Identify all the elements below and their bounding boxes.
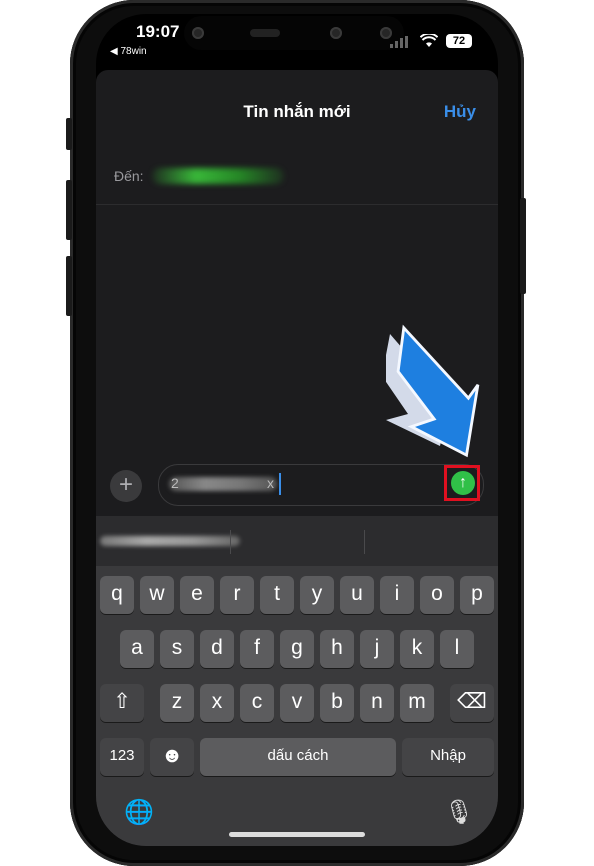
space-key[interactable]: dấu cách: [200, 738, 396, 776]
key-d[interactable]: d: [200, 630, 234, 668]
dynamic-island: [184, 16, 404, 50]
return-key[interactable]: Nhập: [402, 738, 494, 776]
side-button-right: [520, 198, 526, 294]
home-indicator[interactable]: [229, 832, 365, 837]
back-to-app-link[interactable]: ◀ 78win: [110, 46, 147, 57]
camera-dot: [192, 27, 204, 39]
message-text-start: 2: [171, 475, 179, 491]
suggestion-redacted[interactable]: [100, 536, 240, 546]
to-label: Đến:: [114, 168, 144, 184]
key-i[interactable]: i: [380, 576, 414, 614]
shift-key[interactable]: ⇧: [100, 684, 144, 722]
sensor-pill: [250, 29, 280, 37]
cellular-signal-icon: [390, 36, 408, 48]
key-k[interactable]: k: [400, 630, 434, 668]
page-title: Tin nhắn mới: [243, 102, 351, 121]
screen: 19:07 ◀ 78win 72 Tin nhắn mới Hủy Đến: +…: [96, 14, 498, 846]
globe-icon[interactable]: 🌐: [124, 798, 154, 827]
key-e[interactable]: e: [180, 576, 214, 614]
key-b[interactable]: b: [320, 684, 354, 722]
delete-key[interactable]: ⌫: [450, 684, 494, 722]
key-y[interactable]: y: [300, 576, 334, 614]
cancel-button[interactable]: Hủy: [444, 102, 476, 122]
key-z[interactable]: z: [160, 684, 194, 722]
message-text-redacted: [169, 477, 277, 491]
message-text-end: x: [267, 475, 274, 491]
status-bar: 19:07 ◀ 78win 72: [96, 14, 498, 74]
suggestion-bar: [96, 516, 498, 566]
key-t[interactable]: t: [260, 576, 294, 614]
keyboard: q w e r t y u i o p a s d f g h j k l ⇧ z x c v b n m ⌫ 123 ☻ dấu cách…: [96, 516, 498, 846]
key-v[interactable]: v: [280, 684, 314, 722]
side-button-left-2: [66, 180, 72, 240]
key-j[interactable]: j: [360, 630, 394, 668]
annotation-arrow-icon: [386, 324, 480, 458]
send-button[interactable]: ↑: [451, 471, 475, 495]
side-button-left-3: [66, 256, 72, 316]
sheet-header: Tin nhắn mới Hủy: [96, 70, 498, 150]
key-n[interactable]: n: [360, 684, 394, 722]
key-g[interactable]: g: [280, 630, 314, 668]
camera-dot: [330, 27, 342, 39]
key-x[interactable]: x: [200, 684, 234, 722]
suggestion-divider: [364, 530, 365, 554]
key-l[interactable]: l: [440, 630, 474, 668]
key-s[interactable]: s: [160, 630, 194, 668]
microphone-icon[interactable]: 🎙: [444, 798, 474, 827]
text-caret: [279, 473, 281, 495]
key-w[interactable]: w: [140, 576, 174, 614]
key-c[interactable]: c: [240, 684, 274, 722]
battery-indicator: 72: [446, 34, 472, 48]
status-time: 19:07: [136, 22, 180, 41]
key-q[interactable]: q: [100, 576, 134, 614]
key-p[interactable]: p: [460, 576, 494, 614]
key-f[interactable]: f: [240, 630, 274, 668]
recipient-row[interactable]: Đến:: [96, 156, 498, 205]
key-u[interactable]: u: [340, 576, 374, 614]
key-m[interactable]: m: [400, 684, 434, 722]
key-r[interactable]: r: [220, 576, 254, 614]
add-attachment-button[interactable]: +: [110, 470, 142, 502]
suggestion-divider: [230, 530, 231, 554]
wifi-icon: [419, 32, 439, 51]
emoji-key[interactable]: ☻: [150, 738, 194, 776]
key-a[interactable]: a: [120, 630, 154, 668]
numbers-key[interactable]: 123: [100, 738, 144, 776]
side-button-left-1: [66, 118, 72, 150]
recipient-redacted: [152, 168, 284, 184]
key-h[interactable]: h: [320, 630, 354, 668]
key-o[interactable]: o: [420, 576, 454, 614]
